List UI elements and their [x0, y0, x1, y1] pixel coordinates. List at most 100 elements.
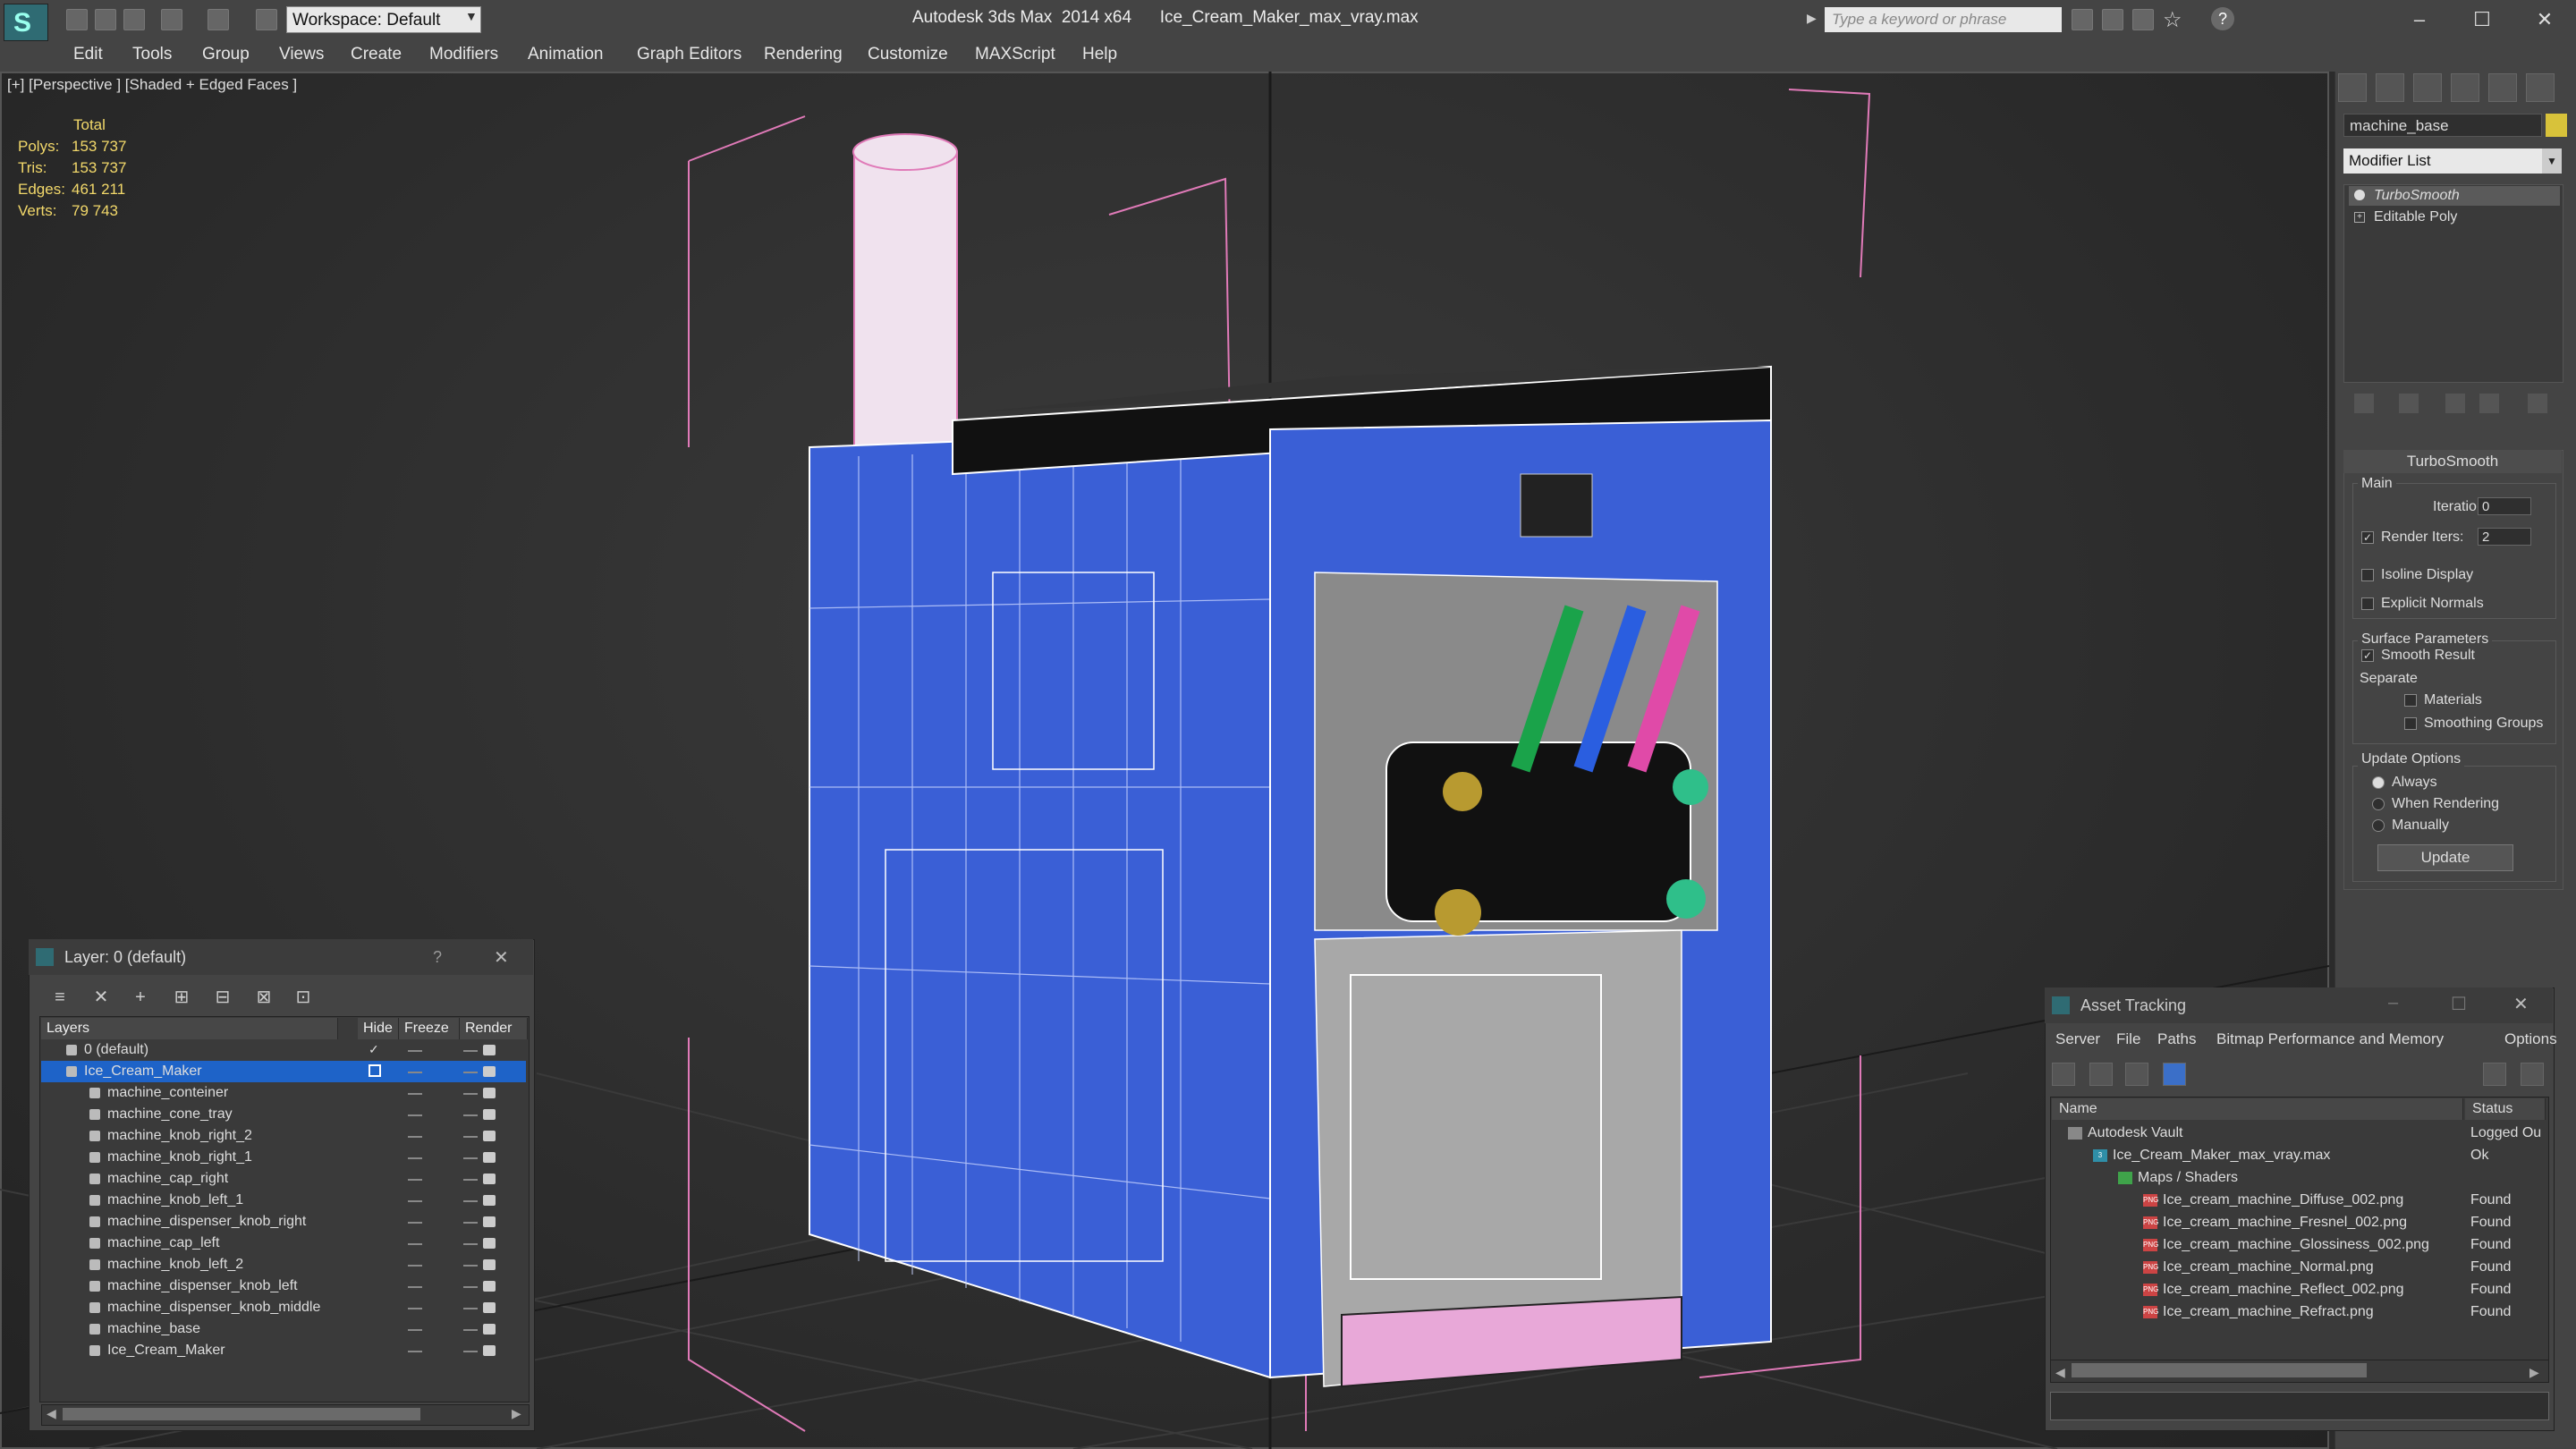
current-layer-marker[interactable] — [369, 1279, 381, 1292]
hierarchy-tab-icon[interactable] — [2413, 73, 2442, 102]
teapot-render-icon[interactable] — [483, 1302, 496, 1313]
menu-help[interactable]: Help — [1082, 45, 1117, 64]
hide-toggle[interactable] — [408, 1157, 422, 1159]
freeze-toggle[interactable] — [463, 1093, 478, 1095]
menu-rendering[interactable]: Rendering — [764, 45, 843, 64]
highlight-layer-icon[interactable]: ⊠ — [252, 986, 275, 1009]
current-layer-marker[interactable] — [369, 1301, 381, 1313]
freeze-toggle[interactable] — [463, 1179, 478, 1181]
help-icon[interactable]: ? — [2211, 7, 2234, 30]
menu-modifiers[interactable]: Modifiers — [429, 45, 498, 64]
select-objects-icon[interactable]: ⊞ — [170, 986, 193, 1009]
project-folder-icon[interactable] — [256, 9, 277, 30]
asset-menu-file[interactable]: File — [2116, 1030, 2140, 1048]
teapot-render-icon[interactable] — [483, 1109, 496, 1120]
layer-row[interactable]: Ice_Cream_Maker — [41, 1061, 526, 1082]
close-icon[interactable]: ✕ — [494, 946, 509, 969]
teapot-render-icon[interactable] — [483, 1152, 496, 1163]
teapot-render-icon[interactable] — [483, 1281, 496, 1292]
table-view-icon[interactable] — [2163, 1063, 2186, 1086]
teapot-render-icon[interactable] — [483, 1195, 496, 1206]
motion-tab-icon[interactable] — [2451, 73, 2479, 102]
new-file-icon[interactable] — [66, 9, 88, 30]
menu-views[interactable]: Views — [279, 45, 324, 64]
lightbulb-icon[interactable] — [2354, 190, 2365, 200]
column-header-hide[interactable]: Hide — [358, 1018, 399, 1039]
freeze-toggle[interactable] — [463, 1200, 478, 1202]
asset-row[interactable]: PNG Ice_cream_machine_Fresnel_002.png Foun… — [2052, 1211, 2546, 1234]
layer-scrollbar-thumb[interactable] — [63, 1408, 420, 1420]
hide-toggle[interactable] — [408, 1136, 422, 1138]
asset-menu-paths[interactable]: Paths — [2157, 1030, 2196, 1048]
current-layer-marker[interactable] — [369, 1258, 381, 1270]
teapot-render-icon[interactable] — [483, 1324, 496, 1335]
freeze-toggle[interactable] — [463, 1136, 478, 1138]
layer-row[interactable]: machine_knob_left_1 — [41, 1190, 526, 1211]
help-icon[interactable]: ? — [433, 948, 442, 967]
object-color-swatch[interactable] — [2546, 114, 2567, 137]
undo-icon[interactable] — [161, 9, 182, 30]
create-tab-icon[interactable] — [2338, 73, 2367, 102]
menu-animation[interactable]: Animation — [528, 45, 604, 64]
asset-scrollbar-thumb[interactable] — [2072, 1363, 2367, 1377]
asset-row[interactable]: PNG Ice_cream_machine_Reflect_002.png Foun… — [2052, 1278, 2546, 1301]
hide-toggle[interactable] — [408, 1093, 422, 1095]
asset-row[interactable]: PNG Ice_cream_machine_Refract.png Found — [2052, 1301, 2546, 1324]
manually-radio[interactable] — [2372, 819, 2385, 832]
add-layer-icon[interactable]: + — [129, 986, 152, 1009]
column-header-layers[interactable]: Layers — [41, 1018, 338, 1039]
current-layer-marker[interactable] — [369, 1086, 381, 1098]
communication-icon[interactable] — [2132, 9, 2154, 30]
teapot-render-icon[interactable] — [483, 1174, 496, 1184]
list-view-icon[interactable] — [2089, 1063, 2113, 1086]
layer-row[interactable]: Ice_Cream_Maker — [41, 1340, 526, 1361]
asset-row[interactable]: 3 Ice_Cream_Maker_max_vray.max Ok — [2052, 1144, 2546, 1167]
teapot-render-icon[interactable] — [483, 1088, 496, 1098]
current-layer-marker[interactable] — [369, 1322, 381, 1335]
open-file-icon[interactable] — [95, 9, 116, 30]
hide-toggle[interactable] — [408, 1286, 422, 1288]
hide-toggle[interactable] — [408, 1072, 422, 1073]
freeze-toggle[interactable] — [463, 1157, 478, 1159]
help-icon[interactable] — [2483, 1063, 2506, 1086]
remove-modifier-icon[interactable] — [2479, 394, 2499, 413]
smoothing-groups-checkbox[interactable] — [2404, 717, 2417, 730]
teapot-render-icon[interactable] — [483, 1216, 496, 1227]
asset-path-field[interactable] — [2050, 1392, 2549, 1420]
hide-all-icon[interactable]: ⊡ — [292, 986, 315, 1009]
refresh-icon[interactable] — [2052, 1063, 2075, 1086]
configure-sets-icon[interactable] — [2528, 394, 2547, 413]
menu-maxscript[interactable]: MAXScript — [975, 45, 1055, 64]
layer-row[interactable]: machine_knob_right_2 — [41, 1125, 526, 1147]
scroll-left-icon[interactable]: ◀ — [47, 1406, 56, 1421]
modify-tab-icon[interactable] — [2376, 73, 2404, 102]
minimize-icon[interactable]: – — [2388, 993, 2398, 1013]
column-header-render[interactable]: Render — [460, 1018, 528, 1039]
freeze-toggle[interactable] — [463, 1265, 478, 1267]
delete-layer-icon[interactable]: ✕ — [89, 986, 113, 1009]
display-tab-icon[interactable] — [2488, 73, 2517, 102]
freeze-toggle[interactable] — [463, 1308, 478, 1309]
hide-toggle[interactable] — [408, 1265, 422, 1267]
freeze-toggle[interactable] — [463, 1286, 478, 1288]
asset-menu-options[interactable]: Options — [2504, 1030, 2557, 1048]
workspace-dropdown[interactable]: Workspace: Default — [286, 6, 481, 33]
teapot-render-icon[interactable] — [483, 1066, 496, 1077]
teapot-render-icon[interactable] — [483, 1259, 496, 1270]
layer-row[interactable]: machine_cap_right — [41, 1168, 526, 1190]
current-layer-marker[interactable] — [369, 1107, 381, 1120]
asset-row[interactable]: PNG Ice_cream_machine_Glossiness_002.png F… — [2052, 1233, 2546, 1257]
layer-row[interactable]: machine_dispenser_knob_left — [41, 1275, 526, 1297]
layer-row[interactable]: machine_knob_right_1 — [41, 1147, 526, 1168]
asset-row[interactable]: Maps / Shaders — [2052, 1166, 2546, 1190]
close-icon[interactable]: ✕ — [2513, 993, 2529, 1015]
current-layer-marker[interactable] — [369, 1343, 381, 1356]
stack-item-editable-poly[interactable]: Editable Poly — [2349, 208, 2560, 227]
hide-toggle[interactable] — [408, 1050, 422, 1052]
asset-menu-server[interactable]: Server — [2055, 1030, 2100, 1048]
always-radio[interactable] — [2372, 776, 2385, 789]
iterations-spinner[interactable]: 0 — [2478, 497, 2531, 515]
make-unique-icon[interactable] — [2445, 394, 2465, 413]
current-layer-marker[interactable] — [369, 1150, 381, 1163]
hide-toggle[interactable] — [408, 1114, 422, 1116]
